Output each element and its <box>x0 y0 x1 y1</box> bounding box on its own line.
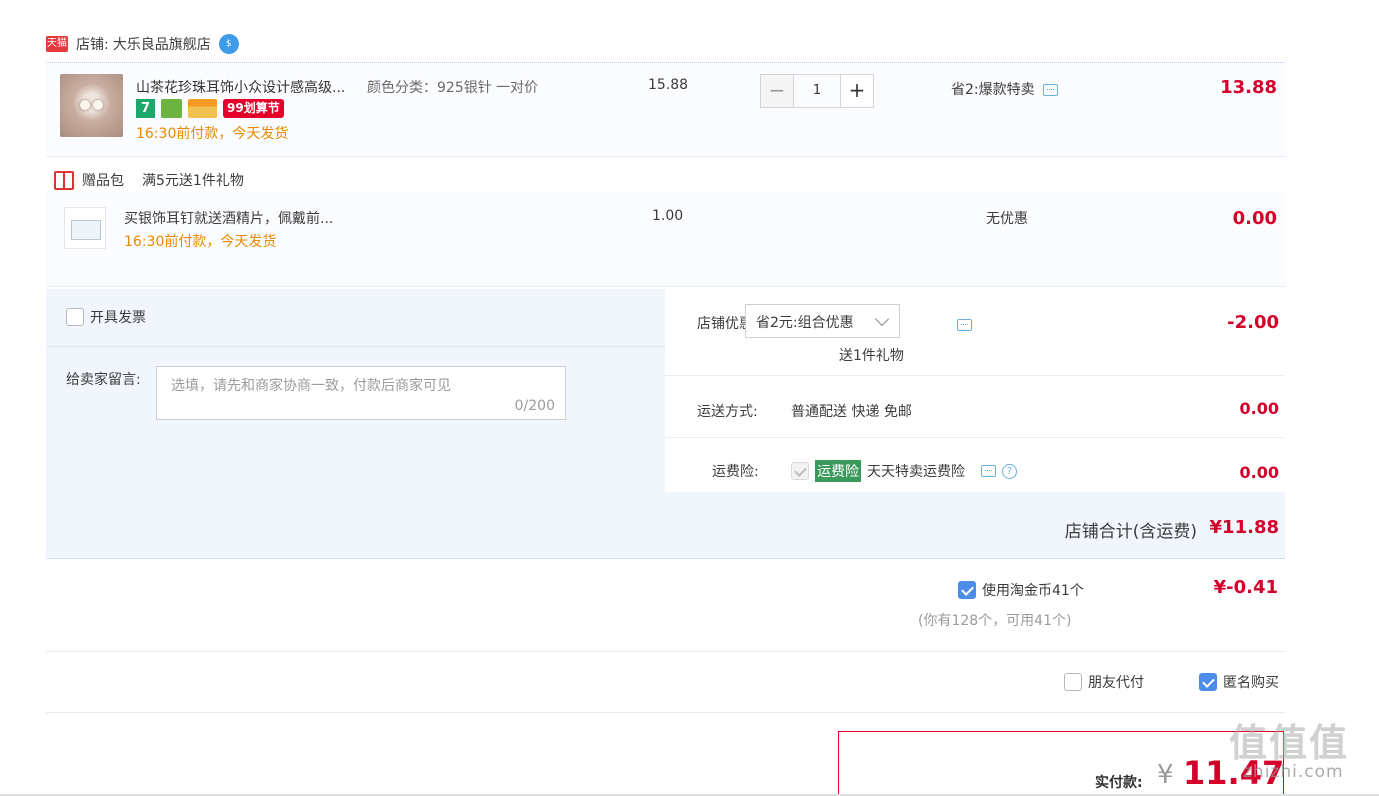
shipping-note: 16:30前付款，今天发货 <box>136 126 289 142</box>
watermark: 值值值 zhizhi.com <box>1229 712 1369 792</box>
delivery-method: 普通配送 快递 免邮 <box>791 404 912 420</box>
insurance-desc: 天天特卖运费险 <box>867 464 965 480</box>
gift-shipping-note: 16:30前付款，今天发货 <box>124 234 277 250</box>
invoice-checkbox[interactable] <box>66 308 84 326</box>
anonymous-label: 匿名购买 <box>1223 675 1279 691</box>
seller-message-placeholder: 选填，请先和商家协商一致，付款后商家可见 <box>171 378 451 394</box>
insurance-checkbox <box>791 462 809 480</box>
watermark-glyphs: 值值值 <box>1229 721 1350 765</box>
payment-summary: 实付款: ¥ 11.47 <box>838 731 1284 796</box>
product-badges: 7 99划算节 <box>136 99 284 118</box>
friend-pay-label: 朋友代付 <box>1088 675 1144 691</box>
gift-icon <box>54 170 74 190</box>
tmall-service-icon <box>161 99 182 118</box>
divider <box>665 375 1285 376</box>
insurance-option: 运费险 天天特卖运费险 ? <box>791 460 1017 482</box>
shop-name-link[interactable]: 大乐良品旗舰店 <box>113 34 211 54</box>
qty-input[interactable]: 1 <box>794 74 840 108</box>
unit-price: 15.88 <box>648 77 689 93</box>
coins-note: (你有128个，可用41个) <box>918 613 1072 629</box>
insurance-tag: 运费险 <box>815 460 861 482</box>
divider <box>46 712 1285 713</box>
cart-item-row: 山茶花珍珠耳饰小众设计感高级... 颜色分类：925银针 一对价 7 99划算节… <box>46 62 1285 157</box>
item-promo: 省2:爆款特卖 <box>951 79 1058 99</box>
char-counter: 0/200 <box>514 398 555 414</box>
anonymous-option[interactable]: 匿名购买 <box>1199 672 1279 692</box>
qty-increase-button[interactable]: + <box>840 74 874 108</box>
gift-rule: 满5元送1件礼物 <box>142 173 244 189</box>
message-label: 给卖家留言: <box>66 372 141 388</box>
gift-header: 赠品包 满5元送1件礼物 <box>54 170 244 190</box>
friend-pay-option[interactable]: 朋友代付 <box>1064 672 1144 692</box>
item-subtotal: 13.88 <box>1220 77 1277 98</box>
gift-item-row: 买银饰耳钉就送酒精片，佩戴前... 16:30前付款，今天发货 1.00 无优惠… <box>46 192 1285 287</box>
product-thumbnail[interactable] <box>60 74 123 137</box>
shop-discount-gift: 送1件礼物 <box>839 348 904 364</box>
gift-unit-price: 1.00 <box>652 208 684 224</box>
quantity-stepper: − 1 + <box>760 74 874 108</box>
gift-thumbnail[interactable] <box>64 207 106 249</box>
divider <box>46 651 1285 652</box>
gift-label: 赠品包 <box>82 173 124 189</box>
tmall-badge: 天猫 <box>46 36 68 52</box>
message-icon[interactable] <box>1042 84 1058 96</box>
invoice-option[interactable]: 开具发票 <box>66 307 146 327</box>
shop-header: 天猫 店铺: 大乐良品旗舰店 $ <box>46 30 239 58</box>
gift-promo: 无优惠 <box>986 211 1028 227</box>
coins-amount: ¥-0.41 <box>1213 577 1278 598</box>
chevron-down-icon <box>874 311 890 327</box>
friend-pay-checkbox[interactable] <box>1064 673 1082 691</box>
shop-discount-selected: 省2元:组合优惠 <box>756 315 854 331</box>
shop-discount-amount: -2.00 <box>1227 312 1279 333</box>
divider <box>46 346 665 347</box>
insurance-amount: 0.00 <box>1239 463 1279 482</box>
currency-symbol: ¥ <box>1157 760 1174 790</box>
card-payment-icon <box>188 99 217 118</box>
invoice-label: 开具发票 <box>90 310 146 326</box>
anonymous-checkbox[interactable] <box>1199 673 1217 691</box>
chat-icon[interactable]: $ <box>218 34 239 54</box>
gift-subtotal: 0.00 <box>1232 208 1277 229</box>
divider <box>665 437 1285 438</box>
insurance-message-icon[interactable] <box>981 465 996 477</box>
order-options-panel: 开具发票 给卖家留言: 选填，请先和商家协商一致，付款后商家可见 0/200 店… <box>46 289 1285 559</box>
delivery-amount: 0.00 <box>1239 399 1279 418</box>
coins-option[interactable]: 使用淘金币41个 <box>958 580 1084 600</box>
delivery-label: 运送方式: <box>697 404 758 420</box>
watermark-site: zhizhi.com <box>1243 762 1344 782</box>
insurance-label: 运费险: <box>712 464 759 480</box>
shop-total-amount: ¥11.88 <box>1209 517 1279 538</box>
shop-discount-select[interactable]: 省2元:组合优惠 <box>745 304 900 338</box>
payment-label: 实付款: <box>1095 775 1143 791</box>
seven-day-return-icon: 7 <box>136 99 155 118</box>
product-spec: 颜色分类：925银针 一对价 <box>367 80 539 96</box>
discount-message-icon[interactable] <box>957 319 972 331</box>
shop-total-label: 店铺合计(含运费) <box>1064 522 1197 542</box>
item-promo-text: 省2:爆款特卖 <box>951 82 1035 98</box>
help-icon[interactable]: ? <box>1002 463 1017 479</box>
product-title-link[interactable]: 山茶花珍珠耳饰小众设计感高级... <box>136 77 345 97</box>
gift-title-link[interactable]: 买银饰耳钉就送酒精片，佩戴前... <box>124 208 333 228</box>
shop-label: 店铺: <box>76 37 109 53</box>
seller-message-input[interactable]: 选填，请先和商家协商一致，付款后商家可见 0/200 <box>156 366 566 420</box>
coins-label: 使用淘金币41个 <box>982 583 1084 599</box>
coins-checkbox[interactable] <box>958 581 976 599</box>
promo-99-badge: 99划算节 <box>223 99 284 118</box>
qty-decrease-button[interactable]: − <box>760 74 794 108</box>
